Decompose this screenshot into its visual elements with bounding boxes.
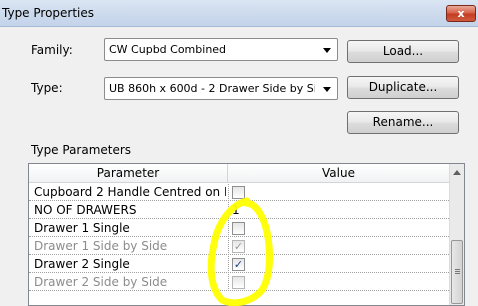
table-row[interactable]: NO OF DRAWERS 1: [29, 202, 449, 219]
load-button[interactable]: Load...: [347, 40, 459, 63]
type-value: UB 860h x 600d - 2 Drawer Side by Side: [109, 82, 315, 95]
parameter-name: Drawer 1 Side by Side: [34, 239, 168, 253]
value-checkbox[interactable]: [232, 186, 245, 199]
vertical-scrollbar[interactable]: [449, 164, 464, 305]
value-checkbox[interactable]: [232, 222, 245, 235]
grip-icon: [455, 269, 460, 270]
column-divider: [228, 238, 229, 255]
duplicate-button[interactable]: Duplicate...: [347, 76, 459, 99]
chevron-down-icon: [323, 87, 331, 92]
column-divider: [228, 220, 229, 237]
value-text-field[interactable]: 1: [232, 203, 240, 217]
parameter-name: NO OF DRAWERS: [34, 203, 137, 217]
chevron-down-icon: [323, 48, 331, 53]
table-row[interactable]: Drawer 2 Side by Side: [29, 274, 449, 291]
table-row[interactable]: Drawer 1 Single: [29, 220, 449, 237]
column-divider: [228, 256, 229, 273]
parameter-name: Drawer 2 Side by Side: [34, 275, 168, 289]
scrollbar-thumb[interactable]: [451, 240, 463, 304]
column-header-value[interactable]: Value: [228, 164, 449, 183]
rename-button[interactable]: Rename...: [347, 111, 459, 134]
scroll-up-arrow-icon[interactable]: [453, 170, 461, 175]
family-value: CW Cupbd Combined: [109, 43, 227, 56]
parameter-name: Drawer 1 Single: [34, 221, 130, 235]
column-divider: [228, 274, 229, 291]
grid-header: Parameter Value: [29, 164, 449, 183]
close-icon: x: [457, 7, 465, 20]
table-row[interactable]: Drawer 1 Side by Side ✓: [29, 238, 449, 255]
close-button[interactable]: x: [446, 5, 476, 22]
value-checkbox[interactable]: [232, 276, 245, 289]
type-dropdown[interactable]: UB 860h x 600d - 2 Drawer Side by Side: [104, 77, 338, 100]
type-label: Type:: [31, 81, 63, 95]
value-checkbox[interactable]: ✓: [232, 240, 245, 253]
parameter-name: Drawer 2 Single: [34, 257, 130, 271]
window-title: Type Properties: [2, 6, 95, 20]
table-row[interactable]: Drawer 2 Single ✓: [29, 256, 449, 273]
parameter-name: Cupboard 2 Handle Centred on P: [34, 185, 226, 199]
title-bar: Type Properties x: [0, 0, 478, 27]
type-parameters-label: Type Parameters: [31, 143, 132, 157]
column-divider: [228, 202, 229, 219]
family-dropdown[interactable]: CW Cupbd Combined: [104, 38, 338, 61]
column-divider: [228, 184, 229, 201]
type-parameters-grid: Parameter Value Cupboard 2 Handle Centre…: [28, 163, 465, 306]
value-checkbox[interactable]: ✓: [232, 258, 245, 271]
column-header-parameter[interactable]: Parameter: [29, 164, 228, 183]
family-label: Family:: [31, 43, 73, 57]
table-row[interactable]: Cupboard 2 Handle Centred on P: [29, 184, 449, 201]
